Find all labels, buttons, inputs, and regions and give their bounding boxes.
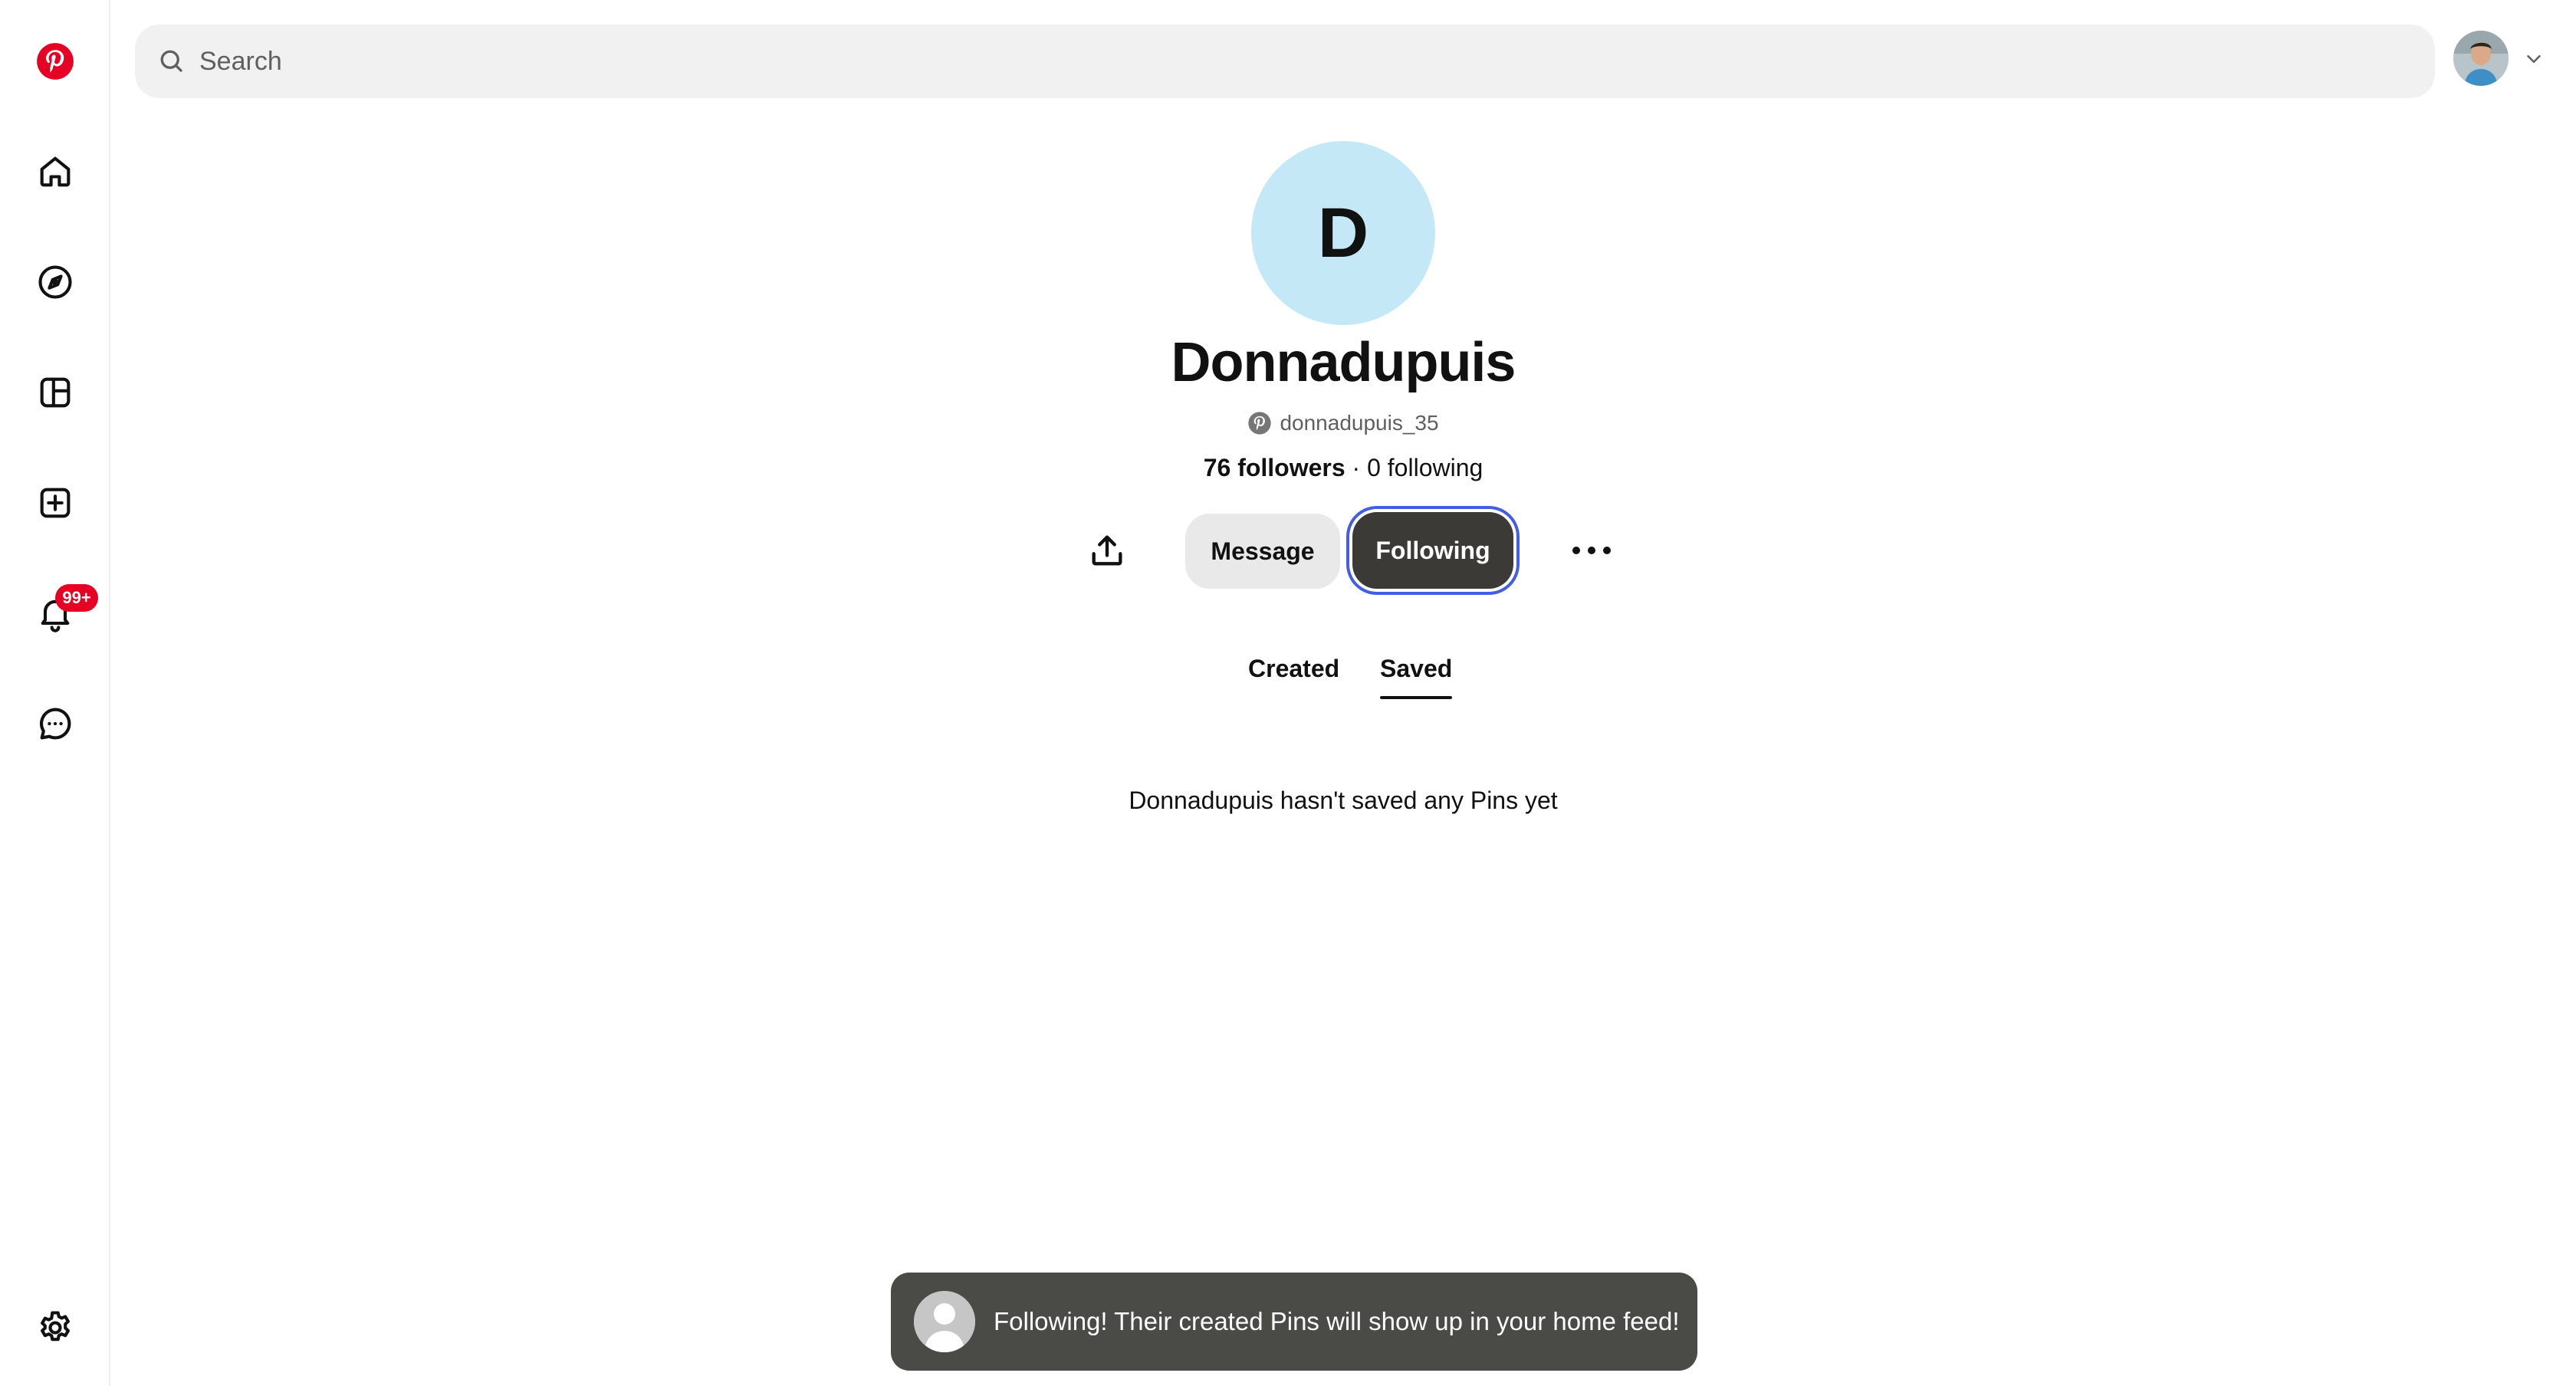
profile-avatar: D — [1251, 141, 1435, 325]
follow-stats: 76 followers · 0 following — [1037, 454, 1650, 482]
sidebar-item-messages[interactable] — [23, 691, 87, 756]
sidebar-item-home[interactable] — [23, 140, 87, 204]
search-bar[interactable] — [135, 25, 2435, 98]
gear-icon — [41, 1311, 70, 1342]
profile-name: Donnadupuis — [1171, 332, 1516, 393]
pinterest-logo-icon — [37, 43, 74, 80]
search-input[interactable] — [199, 46, 2346, 77]
pinterest-small-icon — [1248, 412, 1272, 435]
toast-avatar — [914, 1291, 975, 1352]
user-photo-icon — [2453, 31, 2509, 86]
chat-icon — [39, 708, 71, 740]
avatar-initial: D — [1317, 193, 1369, 272]
pinterest-logo-link[interactable] — [23, 29, 87, 94]
share-icon — [1092, 535, 1122, 566]
more-dots-icon — [1572, 547, 1611, 554]
tab-saved[interactable]: Saved — [1380, 655, 1453, 699]
toast-message: Following! Their created Pins will show … — [994, 1307, 1680, 1335]
message-button[interactable]: Message — [1185, 514, 1340, 589]
board-icon — [40, 377, 71, 408]
toast-notification: Following! Their created Pins will show … — [891, 1273, 1697, 1371]
chevron-down-icon[interactable] — [2522, 48, 2545, 71]
account-avatar[interactable] — [2453, 31, 2509, 86]
profile-tabs: Created Saved — [0, 655, 2576, 701]
empty-state-message: Donnadupuis hasn't saved any Pins yet — [1129, 787, 1558, 814]
profile-actions: Message Following — [0, 511, 2576, 590]
sidebar-item-boards[interactable] — [23, 360, 87, 425]
followers-count[interactable]: 76 followers — [1204, 454, 1346, 481]
more-options-button[interactable] — [1558, 517, 1625, 584]
sidebar-item-settings[interactable] — [23, 1296, 87, 1360]
following-count[interactable]: 0 following — [1367, 454, 1483, 481]
profile-handle: donnadupuis_35 — [1113, 411, 1573, 435]
stats-separator: · — [1345, 454, 1368, 481]
search-icon — [160, 50, 182, 72]
user-placeholder-icon — [914, 1291, 975, 1352]
compass-icon — [38, 265, 72, 299]
tab-created[interactable]: Created — [1248, 655, 1339, 683]
handle-text: donnadupuis_35 — [1280, 411, 1439, 435]
sidebar-item-explore[interactable] — [23, 250, 87, 314]
home-icon — [40, 156, 71, 187]
share-button[interactable] — [1073, 517, 1141, 584]
following-button[interactable]: Following — [1352, 512, 1513, 589]
